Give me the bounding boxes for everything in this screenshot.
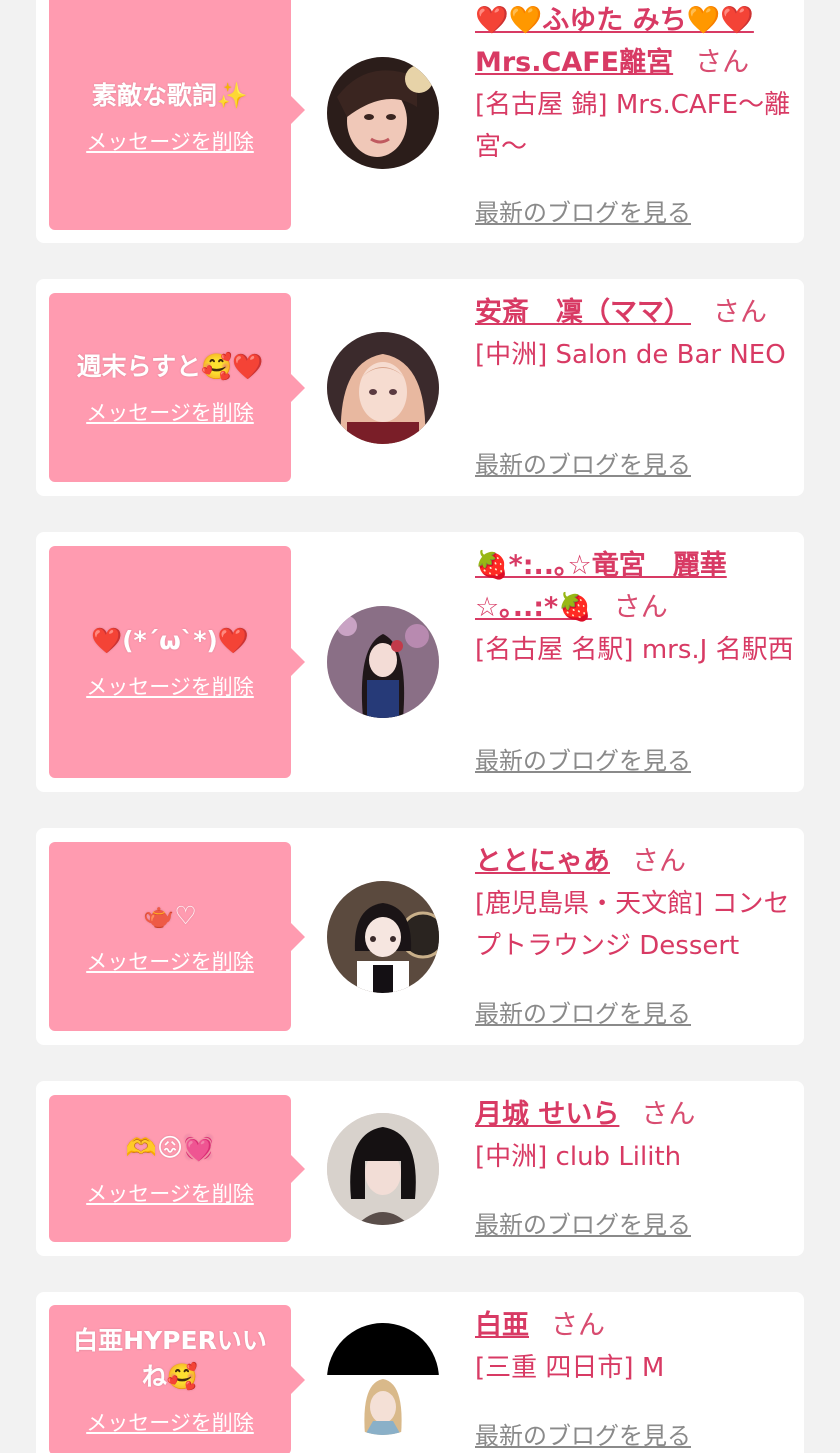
delete-message-link[interactable]: メッセージを削除 (86, 1407, 254, 1437)
latest-blog-link[interactable]: 最新のブログを見る (475, 445, 691, 480)
avatar-image (327, 606, 439, 718)
message-bubble: 白亜HYPERいいね🥰 メッセージを削除 (49, 1305, 305, 1453)
latest-blog-link[interactable]: 最新のブログを見る (475, 741, 691, 776)
shop-info: [鹿児島県・天文館] コンセプトラウンジ Dessert (475, 889, 790, 961)
avatar[interactable] (327, 1323, 439, 1435)
honorific: さん (713, 297, 767, 328)
shop-info: [三重 四日市] M (475, 1353, 665, 1383)
profile-info: ととにゃあ さん [鹿児島県・天文館] コンセプトラウンジ Dessert (475, 841, 795, 967)
delete-message-link[interactable]: メッセージを削除 (86, 1178, 254, 1208)
name-line: 月城 せいら さん (475, 1094, 795, 1136)
name-line: 安斎 凜（ママ） さん (475, 292, 795, 334)
latest-blog-link[interactable]: 最新のブログを見る (475, 1205, 691, 1240)
profile-info: 白亜 さん [三重 四日市] M (475, 1305, 795, 1389)
cast-name-link[interactable]: 白亜 (475, 1310, 529, 1341)
profile-info: 🍓*:..｡☆竜宮 麗華☆｡..:*🍓 さん [名古屋 名駅] mrs.J 名駅西 (475, 545, 795, 671)
cast-name-link[interactable]: ととにゃあ (475, 846, 610, 877)
list-item: 白亜HYPERいいね🥰 メッセージを削除 白亜 さん [三重 四日市] M 最新の… (36, 1292, 804, 1453)
message-text: 🫶😖💓 (125, 1132, 215, 1162)
avatar-image (327, 57, 439, 169)
avatar[interactable] (327, 606, 439, 718)
cast-name-link[interactable]: 安斎 凜（ママ） (475, 297, 691, 328)
name-line: ❤️🧡ふゆた みち🧡❤️ Mrs.CAFE離宮 さん (475, 0, 795, 84)
latest-blog-link[interactable]: 最新のブログを見る (475, 994, 691, 1029)
message-bubble: 🫶😖💓 メッセージを削除 (49, 1095, 305, 1242)
shop-info: [中洲] club Lilith (475, 1142, 682, 1172)
avatar[interactable] (327, 332, 439, 444)
message-bubble: 週末らすと🥰❤️ メッセージを削除 (49, 293, 305, 482)
avatar-image (327, 1113, 439, 1225)
name-line: 白亜 さん (475, 1305, 795, 1347)
message-text: ❤️(*´ω`*)❤️ (91, 626, 249, 655)
cast-name-link[interactable]: 🍓*:..｡☆竜宮 麗華☆｡..:*🍓 (475, 550, 727, 623)
delete-message-link[interactable]: メッセージを削除 (86, 397, 254, 427)
list-item: 🫶😖💓 メッセージを削除 月城 せいら さん [中洲] club Lilith 最… (36, 1081, 804, 1256)
message-text: 🫖♡ (143, 900, 197, 930)
message-bubble: 素敵な歌詞✨ メッセージを削除 (49, 0, 305, 230)
honorific: さん (632, 846, 686, 877)
avatar-image (327, 881, 439, 993)
avatar-image (327, 1323, 439, 1435)
name-line: ととにゃあ さん (475, 841, 795, 883)
name-line: 🍓*:..｡☆竜宮 麗華☆｡..:*🍓 さん (475, 545, 795, 629)
message-text: 白亜HYPERいいね🥰 (73, 1326, 267, 1391)
profile-info: ❤️🧡ふゆた みち🧡❤️ Mrs.CAFE離宮 さん [名古屋 錦] Mrs.CA… (475, 0, 795, 168)
avatar-image (327, 332, 439, 444)
avatar[interactable] (327, 881, 439, 993)
list-item: 🫖♡ メッセージを削除 ととにゃあ さん [鹿児島県・天文館] コンセプトラウンジ… (36, 828, 804, 1045)
honorific: さん (641, 1099, 696, 1130)
list-item: ❤️(*´ω`*)❤️ メッセージを削除 🍓*:..｡☆竜宮 麗華☆｡..:*🍓… (36, 532, 804, 792)
message-text: 素敵な歌詞✨ (91, 81, 249, 110)
cast-name-link[interactable]: 月城 せいら (475, 1099, 619, 1130)
delete-message-link[interactable]: メッセージを削除 (86, 946, 254, 976)
shop-info: [名古屋 錦] Mrs.CAFE〜離宮〜 (475, 90, 791, 162)
honorific: さん (695, 47, 750, 78)
latest-blog-link[interactable]: 最新のブログを見る (475, 1416, 691, 1451)
delete-message-link[interactable]: メッセージを削除 (86, 671, 254, 701)
honorific: さん (613, 592, 668, 623)
shop-info: [中洲] Salon de Bar NEO (475, 340, 786, 370)
message-text: 週末らすと🥰❤️ (76, 351, 264, 381)
avatar[interactable] (327, 57, 439, 169)
avatar[interactable] (327, 1113, 439, 1225)
delete-message-link[interactable]: メッセージを削除 (86, 126, 254, 156)
profile-info: 安斎 凜（ママ） さん [中洲] Salon de Bar NEO (475, 292, 795, 376)
favorites-list: 素敵な歌詞✨ メッセージを削除 ❤️🧡ふゆた みち🧡❤️ Mrs.CAFE離宮さ… (0, 0, 840, 1453)
message-bubble: 🫖♡ メッセージを削除 (49, 842, 305, 1031)
profile-info: 月城 せいら さん [中洲] club Lilith (475, 1094, 795, 1178)
latest-blog-link[interactable]: 最新のブログを見る (475, 193, 691, 228)
message-bubble: ❤️(*´ω`*)❤️ メッセージを削除 (49, 546, 305, 778)
list-item: 週末らすと🥰❤️ メッセージを削除 安斎 凜（ママ） さん [中洲] Salon … (36, 279, 804, 496)
shop-info: [名古屋 名駅] mrs.J 名駅西 (475, 635, 794, 665)
list-item: 素敵な歌詞✨ メッセージを削除 ❤️🧡ふゆた みち🧡❤️ Mrs.CAFE離宮さ… (36, 0, 804, 243)
honorific: さん (551, 1310, 605, 1341)
